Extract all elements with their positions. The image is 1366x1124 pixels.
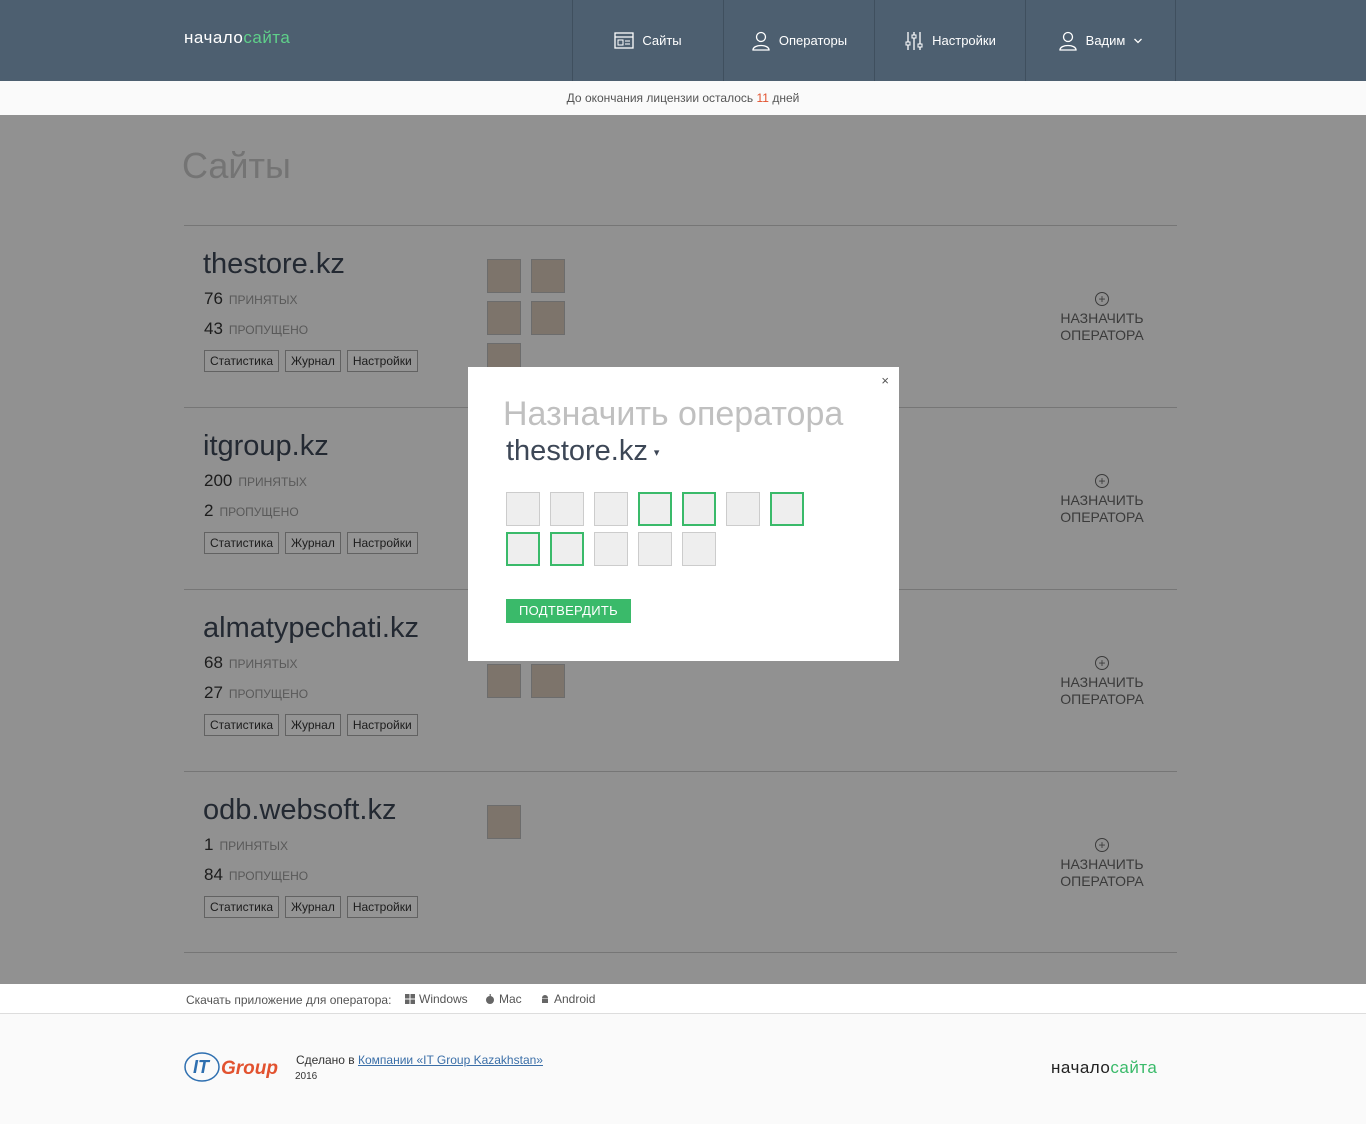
operator-option[interactable]: [594, 532, 628, 566]
windows-icon: [405, 994, 415, 1004]
operator-grid: [506, 492, 826, 566]
nav-settings-label: Настройки: [932, 33, 996, 48]
license-suffix: дней: [772, 91, 800, 105]
sites-icon: [614, 31, 634, 49]
nav-operators-label: Операторы: [778, 33, 848, 48]
nav-settings[interactable]: Настройки: [874, 0, 1025, 81]
windows-label: Windows: [419, 992, 468, 1006]
operator-option[interactable]: [506, 532, 540, 566]
assign-operator-modal: × Назначить оператора thestore.kz ▾ ПОДТВ…: [468, 367, 899, 661]
license-days: 11: [756, 91, 769, 105]
logo-part2: сайта: [243, 28, 291, 47]
operator-option[interactable]: [770, 492, 804, 526]
made-by-label: Сделано в: [296, 1053, 355, 1067]
nav-sites-label: Сайты: [642, 33, 682, 48]
download-windows[interactable]: Windows: [405, 992, 468, 1006]
nav-user-label: Вадим: [1085, 33, 1126, 48]
license-notice: До окончания лицензии осталось 11 дней: [0, 81, 1366, 115]
operator-option[interactable]: [550, 532, 584, 566]
footer-logo-part1: начало: [1051, 1058, 1111, 1077]
operator-option[interactable]: [594, 492, 628, 526]
modal-title: Назначить оператора: [503, 395, 844, 433]
itgroup-logo-it: IT: [193, 1057, 211, 1077]
caret-down-icon: ▾: [653, 446, 660, 459]
sliders-icon: [905, 31, 923, 50]
logo-part1: начало: [184, 28, 244, 47]
user-icon: [752, 31, 770, 51]
download-android[interactable]: Android: [540, 992, 595, 1006]
download-mac[interactable]: Mac: [485, 992, 522, 1006]
footer-logo-part2: сайта: [1110, 1058, 1158, 1077]
operator-option[interactable]: [638, 492, 672, 526]
download-label: Скачать приложение для оператора:: [186, 993, 392, 1007]
operator-option[interactable]: [550, 492, 584, 526]
download-bar: Скачать приложение для оператора: Window…: [0, 984, 1366, 1014]
mac-label: Mac: [499, 992, 522, 1006]
operator-option[interactable]: [506, 492, 540, 526]
operator-option[interactable]: [638, 532, 672, 566]
nav-user-menu[interactable]: Вадим: [1025, 0, 1176, 81]
footer: IT Group Сделано в Компании «IT Group Ka…: [0, 1015, 1366, 1124]
confirm-button[interactable]: ПОДТВЕРДИТЬ: [506, 599, 631, 623]
nav-sites[interactable]: Сайты: [572, 0, 723, 81]
operator-option[interactable]: [726, 492, 760, 526]
footer-logo[interactable]: началосайта: [1051, 1058, 1157, 1078]
company-link[interactable]: Компании «IT Group Kazakhstan»: [358, 1053, 543, 1067]
itgroup-logo-group: Group: [221, 1058, 278, 1079]
chevron-down-icon: [1134, 38, 1143, 43]
made-by: Сделано в Компании «IT Group Kazakhstan»: [296, 1053, 543, 1067]
android-label: Android: [554, 992, 596, 1006]
logo[interactable]: началосайта: [184, 28, 290, 48]
itgroup-logo[interactable]: IT Group: [184, 1050, 284, 1084]
android-icon: [542, 995, 548, 1003]
site-select[interactable]: thestore.kz ▾: [506, 435, 659, 468]
user-icon: [1059, 31, 1077, 51]
copyright-year: 2016: [295, 1071, 318, 1082]
top-header: началосайта Сайты Операторы Настройки Ва…: [0, 0, 1366, 81]
nav-operators[interactable]: Операторы: [723, 0, 874, 81]
license-prefix: До окончания лицензии осталось: [566, 91, 754, 105]
operator-option[interactable]: [682, 532, 716, 566]
apple-icon: [486, 994, 494, 1004]
main-nav: Сайты Операторы Настройки Вадим: [572, 0, 1176, 81]
site-select-value: thestore.kz: [506, 435, 648, 467]
close-icon[interactable]: ×: [881, 373, 889, 388]
operator-option[interactable]: [682, 492, 716, 526]
